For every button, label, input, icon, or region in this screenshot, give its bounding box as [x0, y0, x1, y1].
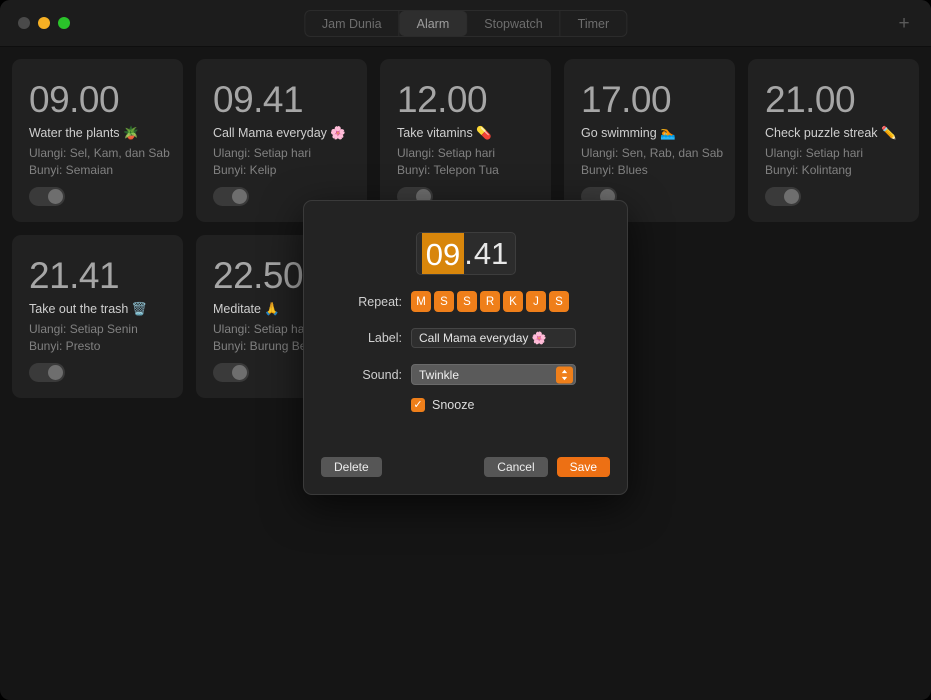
plus-icon[interactable]: +	[893, 12, 915, 34]
tab-jam-dunia[interactable]: Jam Dunia	[305, 11, 400, 36]
traffic-light-controls	[0, 17, 70, 29]
label-input[interactable]	[411, 328, 576, 348]
toggle-knob	[48, 189, 63, 204]
repeat-day-monday[interactable]: M	[411, 291, 431, 312]
alarm-card[interactable]: 09.00 Water the plants 🪴 Ulangi: Sel, Ka…	[12, 59, 183, 222]
alarm-repeat: Ulangi: Setiap hari	[765, 146, 864, 160]
snooze-label: Snooze	[432, 398, 475, 412]
repeat-day-friday[interactable]: K	[503, 291, 523, 312]
tab-bar: Jam Dunia Alarm Stopwatch Timer	[303, 10, 628, 37]
repeat-day-sunday[interactable]: S	[549, 291, 569, 312]
alarm-time: 21.41	[29, 255, 120, 296]
repeat-day-group: M S S R K J S	[411, 291, 569, 312]
alarm-card[interactable]: 21.00 Check puzzle streak ✏️ Ulangi: Set…	[748, 59, 919, 222]
alarm-repeat: Ulangi: Sel, Kam, dan Sab	[29, 146, 170, 160]
repeat-day-wednesday[interactable]: S	[457, 291, 477, 312]
tab-alarm[interactable]: Alarm	[399, 11, 468, 36]
chevron-updown-icon[interactable]	[556, 366, 573, 383]
alarm-sound: Bunyi: Kolintang	[765, 163, 852, 178]
repeat-day-thursday[interactable]: R	[480, 291, 500, 312]
alarm-time: 17.00	[581, 79, 672, 120]
tab-timer[interactable]: Timer	[561, 11, 626, 36]
alarm-toggle[interactable]	[29, 187, 65, 206]
label-row: Label:	[304, 328, 627, 348]
alarm-toggle[interactable]	[213, 363, 249, 382]
alarm-toggle[interactable]	[765, 187, 801, 206]
repeat-label: Repeat:	[358, 294, 402, 309]
title-bar: Jam Dunia Alarm Stopwatch Timer +	[0, 0, 931, 47]
toggle-knob	[48, 365, 63, 380]
repeat-row: Repeat: M S S R K J S	[304, 291, 627, 312]
delete-button[interactable]: Delete	[321, 457, 382, 477]
alarm-label: Take out the trash 🗑️	[29, 302, 148, 316]
save-button[interactable]: Save	[556, 457, 610, 477]
alarm-card[interactable]: 09.41 Call Mama everyday 🌸 Ulangi: Setia…	[196, 59, 367, 222]
alarm-repeat: Ulangi: Setiap Senin	[29, 322, 138, 336]
alarm-sound: Bunyi: Presto	[29, 339, 101, 354]
tab-stopwatch[interactable]: Stopwatch	[467, 11, 561, 36]
alarm-toggle[interactable]	[213, 187, 249, 206]
toggle-knob	[232, 365, 247, 380]
alarm-repeat: Ulangi: Setiap hari	[397, 146, 496, 160]
alarm-label: Check puzzle streak ✏️	[765, 126, 897, 140]
edit-alarm-dialog: 09 . 41 Repeat: M S S R K J S Label: Sou…	[303, 200, 628, 495]
alarm-sound: Bunyi: Kelip	[213, 163, 277, 178]
repeat-day-tuesday[interactable]: S	[434, 291, 454, 312]
alarm-time: 09.41	[213, 79, 304, 120]
time-separator: .	[464, 236, 473, 271]
sound-select[interactable]: Twinkle	[411, 364, 576, 385]
alarm-sound: Bunyi: Blues	[581, 163, 648, 178]
alarm-repeat: Ulangi: Sen, Rab, dan Sab	[581, 146, 724, 160]
cancel-button[interactable]: Cancel	[484, 457, 548, 477]
alarm-repeat: Ulangi: Setiap hari	[213, 146, 312, 160]
dialog-footer: Delete Cancel Save	[304, 457, 627, 477]
time-input[interactable]: 09 . 41	[415, 232, 516, 275]
alarm-sound: Bunyi: Semaian	[29, 163, 114, 178]
alarm-card[interactable]: 17.00 Go swimming 🏊 Ulangi: Sen, Rab, da…	[564, 59, 735, 222]
alarm-toggle[interactable]	[29, 363, 65, 382]
maximize-window-button[interactable]	[58, 17, 70, 29]
alarm-time: 12.00	[397, 79, 488, 120]
alarm-time: 09.00	[29, 79, 120, 120]
sound-select-value: Twinkle	[419, 367, 460, 382]
sound-row: Sound: Twinkle	[304, 364, 627, 385]
repeat-day-saturday[interactable]: J	[526, 291, 546, 312]
alarm-label: Go swimming 🏊	[581, 126, 676, 140]
snooze-row: ✓ Snooze	[304, 398, 627, 412]
alarm-time: 21.00	[765, 79, 856, 120]
alarm-label: Take vitamins 💊	[397, 126, 492, 140]
minimize-window-button[interactable]	[38, 17, 50, 29]
close-window-button[interactable]	[18, 17, 30, 29]
alarm-card[interactable]: 21.41 Take out the trash 🗑️ Ulangi: Seti…	[12, 235, 183, 398]
toggle-knob	[232, 189, 247, 204]
alarm-sound: Bunyi: Telepon Tua	[397, 163, 499, 178]
hour-segment[interactable]: 09	[421, 233, 465, 274]
alarm-label: Water the plants 🪴	[29, 126, 139, 140]
snooze-checkbox[interactable]: ✓	[411, 398, 425, 412]
alarm-card[interactable]: 12.00 Take vitamins 💊 Ulangi: Setiap har…	[380, 59, 551, 222]
label-field-label: Label:	[367, 331, 402, 345]
minute-segment[interactable]: 41	[473, 233, 509, 274]
sound-field-label: Sound:	[362, 367, 402, 382]
clock-app-window: Jam Dunia Alarm Stopwatch Timer + 09.00 …	[0, 0, 931, 700]
alarm-label: Call Mama everyday 🌸	[213, 126, 346, 140]
toggle-knob	[784, 189, 799, 204]
